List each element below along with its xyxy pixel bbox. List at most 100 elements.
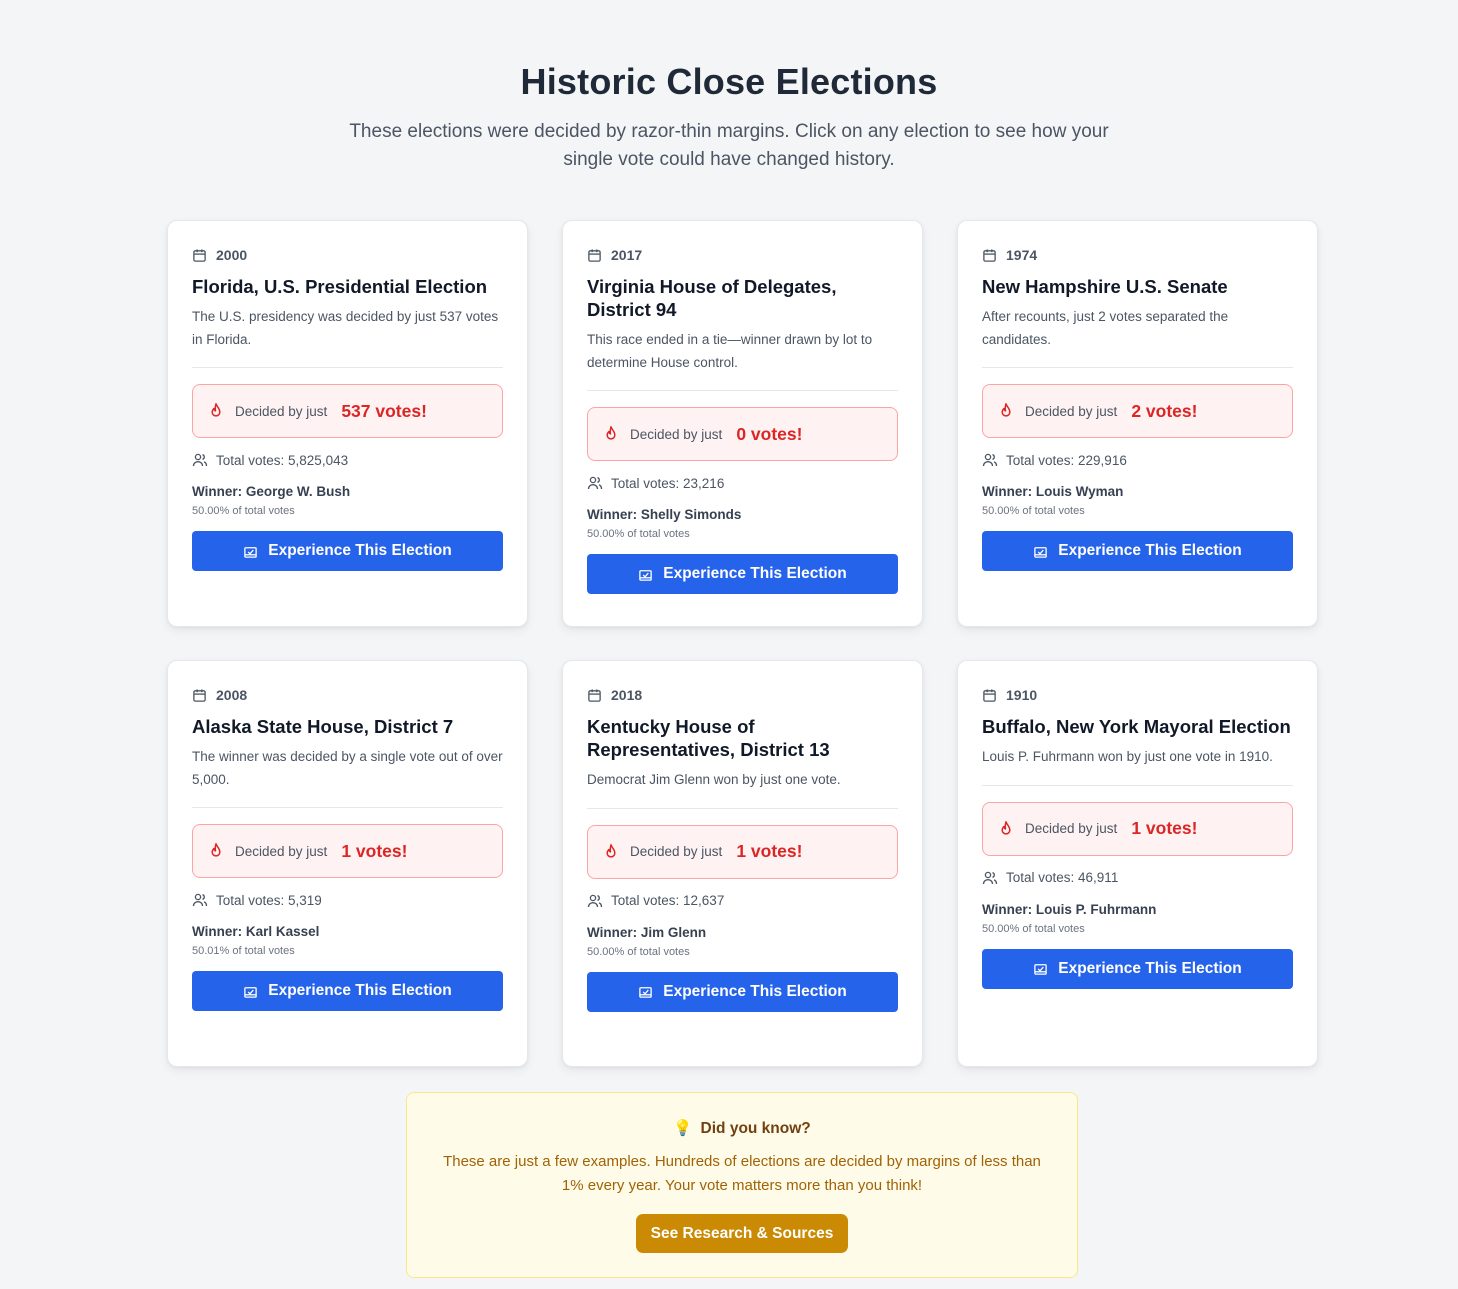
election-description: The U.S. presidency was decided by just …	[192, 309, 499, 347]
margin-votes: 2 votes!	[1131, 400, 1198, 421]
card-divider	[982, 367, 1293, 368]
experience-election-label: Experience This Election	[268, 542, 452, 559]
winner: Winner: George W. Bush	[192, 484, 351, 499]
calendar-icon	[193, 688, 206, 702]
election-title: Buffalo, New York Mayoral Election	[982, 716, 1291, 737]
margin-prefix: Decided by just	[630, 844, 723, 859]
winner-percentage: 50.00% of total votes	[587, 945, 690, 958]
election-title: Florida, U.S. Presidential Election	[192, 276, 488, 297]
election-year: 2008	[216, 687, 248, 703]
margin-prefix: Decided by just	[1025, 821, 1118, 836]
card-divider	[982, 784, 1293, 786]
calendar-icon	[588, 688, 601, 702]
margin-prefix: Decided by just	[235, 843, 328, 859]
experience-election-button[interactable]: Experience This Election	[587, 971, 898, 1012]
experience-election-button[interactable]: Experience This Election	[192, 971, 503, 1011]
total-votes: Total votes: 5,319	[216, 892, 322, 908]
election-title: Kentucky House of Representatives, Distr…	[587, 716, 830, 760]
winner: Winner: Shelly Simonds	[587, 507, 742, 522]
election-description: The winner was decided by a single vote …	[192, 749, 503, 787]
card-year-row: 2017	[587, 245, 898, 265]
margin-votes: 0 votes!	[736, 423, 803, 444]
vote-icon	[244, 546, 258, 558]
experience-election-label: Experience This Election	[268, 982, 452, 999]
experience-election-button[interactable]: Experience This Election	[982, 948, 1293, 989]
election-title: Virginia House of Delegates, District 94	[587, 276, 837, 320]
winner: Winner: Karl Kassel	[192, 924, 320, 939]
margin-votes: 1 votes!	[341, 840, 408, 861]
card-divider	[587, 807, 898, 809]
winner: Winner: Jim Glenn	[587, 924, 707, 940]
total-votes-row: Total votes: 5,319	[192, 892, 503, 908]
experience-election-label: Experience This Election	[663, 565, 847, 582]
flame-icon	[1001, 820, 1011, 835]
margin-alert: Decided by just 1 votes!	[982, 801, 1293, 856]
election-year: 1974	[1006, 247, 1038, 263]
vote-icon	[1034, 546, 1048, 558]
calendar-icon	[588, 248, 601, 262]
winner-percentage: 50.00% of total votes	[587, 528, 690, 540]
election-description: Louis P. Fuhrmann won by just one vote i…	[982, 749, 1273, 764]
page-title: Historic Close Elections	[520, 61, 938, 102]
total-votes: Total votes: 229,916	[1006, 452, 1127, 468]
elections-grid: 2000 Florida, U.S. Presidential Election…	[167, 220, 1318, 1067]
election-title: New Hampshire U.S. Senate	[982, 276, 1228, 297]
winner: Winner: Louis P. Fuhrmann	[982, 901, 1157, 917]
winner-percentage: 50.00% of total votes	[192, 505, 295, 517]
flame-icon	[606, 843, 616, 858]
margin-votes: 1 votes!	[736, 841, 803, 861]
winner-percentage: 50.01% of total votes	[192, 945, 295, 957]
vote-icon	[639, 569, 653, 581]
margin-prefix: Decided by just	[1025, 403, 1118, 419]
margin-prefix: Decided by just	[630, 426, 723, 442]
card-year-row: 2008	[192, 685, 503, 705]
users-icon	[982, 871, 998, 884]
election-year: 2000	[216, 247, 248, 263]
experience-election-label: Experience This Election	[1058, 959, 1242, 977]
users-icon	[587, 894, 603, 907]
election-card: 2017 Virginia House of Delegates, Distri…	[562, 220, 923, 627]
did-you-know-text: These are just a few examples. Hundreds …	[443, 1153, 1041, 1194]
election-description: This race ended in a tie—winner drawn by…	[587, 332, 873, 370]
election-card: 1974 New Hampshire U.S. Senate After rec…	[957, 220, 1318, 627]
card-divider	[192, 807, 503, 808]
did-you-know-heading-row: 💡 Did you know?	[407, 1119, 1077, 1138]
margin-alert: Decided by just 0 votes!	[587, 407, 898, 461]
margin-prefix: Decided by just	[235, 403, 328, 419]
winner-percentage: 50.00% of total votes	[982, 922, 1085, 935]
margin-votes: 1 votes!	[1131, 818, 1198, 838]
experience-election-button[interactable]: Experience This Election	[587, 554, 898, 594]
calendar-icon	[193, 248, 206, 262]
winner: Winner: Louis Wyman	[982, 484, 1124, 499]
users-icon	[192, 453, 208, 467]
winner-percentage: 50.00% of total votes	[982, 505, 1085, 517]
did-you-know-heading: Did you know?	[700, 1119, 811, 1137]
flame-icon	[211, 843, 221, 857]
election-year: 1910	[1006, 687, 1038, 703]
lightbulb-icon: 💡	[673, 1120, 693, 1137]
users-icon	[587, 476, 603, 490]
vote-icon	[639, 987, 653, 998]
total-votes-row: Total votes: 46,911	[982, 870, 1293, 886]
election-card: 1910 Buffalo, New York Mayoral Election …	[957, 660, 1318, 1067]
election-year: 2017	[611, 247, 643, 263]
margin-alert: Decided by just 2 votes!	[982, 384, 1293, 438]
experience-election-button[interactable]: Experience This Election	[982, 531, 1293, 571]
election-description: After recounts, just 2 votes separated t…	[982, 309, 1229, 347]
election-card: 2008 Alaska State House, District 7 The …	[167, 660, 528, 1067]
see-research-sources-button[interactable]: See Research & Sources	[635, 1214, 849, 1253]
experience-election-label: Experience This Election	[663, 982, 847, 1000]
total-votes-row: Total votes: 229,916	[982, 452, 1293, 468]
experience-election-button[interactable]: Experience This Election	[192, 531, 503, 571]
election-description: Democrat Jim Glenn won by just one vote.	[587, 772, 841, 787]
vote-icon	[1034, 964, 1048, 975]
card-year-row: 2000	[192, 245, 503, 265]
calendar-icon	[983, 248, 996, 262]
users-icon	[192, 893, 208, 907]
users-icon	[982, 453, 998, 467]
flame-icon	[606, 426, 616, 440]
margin-votes: 537 votes!	[341, 400, 427, 421]
vote-icon	[244, 986, 258, 998]
card-year-row: 1910	[982, 685, 1293, 705]
experience-election-label: Experience This Election	[1058, 542, 1242, 559]
